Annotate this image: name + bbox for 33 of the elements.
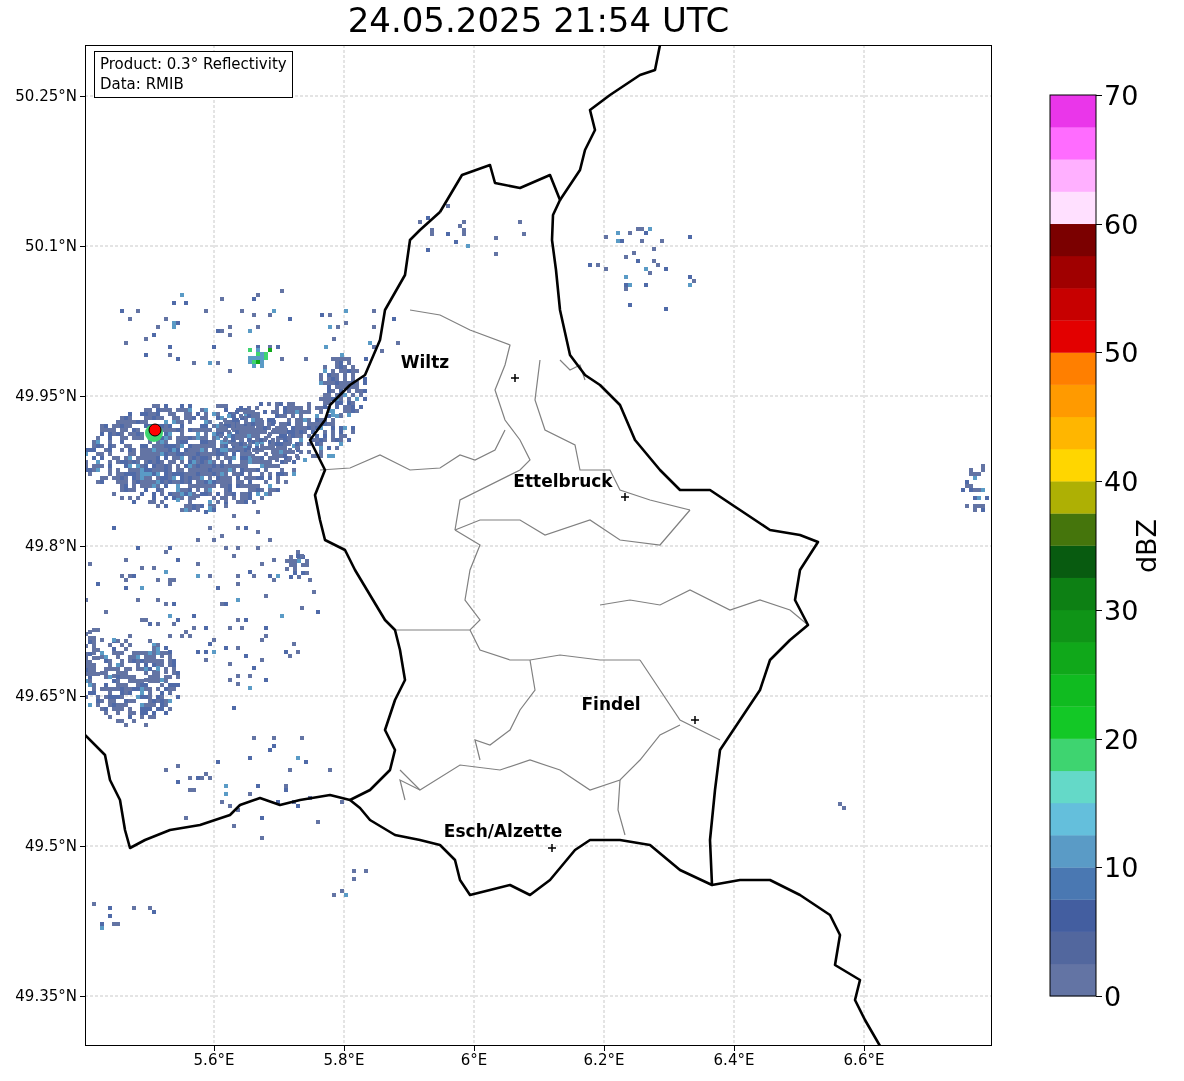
latitude-tick-label: 49.8°N (24, 538, 77, 554)
city-label: Esch/Alzette (443, 822, 563, 840)
city-marker-icon (621, 493, 629, 501)
colorbar-tick-label: 40 (1104, 467, 1139, 495)
longitude-tick-label: 6.4°E (713, 1053, 755, 1068)
city-label: Wiltz (400, 353, 450, 371)
colorbar-tick-label: 0 (1104, 982, 1122, 1010)
latitude-tick-label: 49.35°N (15, 988, 77, 1004)
city-label: Findel (581, 695, 641, 713)
longitude-tick-label: 6.6°E (843, 1053, 885, 1068)
latitude-tick-label: 50.25°N (15, 88, 77, 104)
colorbar-tick-label: 30 (1104, 596, 1139, 624)
latitude-tick-label: 49.95°N (15, 388, 77, 404)
colorbar-tick-label: 10 (1104, 853, 1139, 881)
city-marker-icon (548, 844, 556, 852)
colorbar-label: dBZ (1132, 518, 1160, 573)
info-text: Data: RMIB (100, 74, 185, 94)
city-marker-icon (691, 716, 699, 724)
city-label: Ettelbruck (513, 472, 613, 490)
longitude-tick-label: 6°E (460, 1053, 488, 1068)
latitude-tick-label: 50.1°N (24, 238, 77, 254)
info-text: Product: 0.3° Reflectivity (100, 54, 287, 74)
longitude-tick-label: 6.2°E (583, 1053, 625, 1068)
colorbar-tick-label: 50 (1104, 338, 1139, 366)
colorbar-tick-label: 70 (1104, 81, 1139, 109)
longitude-tick-label: 5.8°E (323, 1053, 365, 1068)
latitude-tick-label: 49.5°N (24, 838, 77, 854)
chart-title: 24.05.2025 21:54 UTC (347, 2, 730, 37)
city-marker-icon (511, 374, 519, 382)
colorbar-tick-label: 20 (1104, 725, 1139, 753)
latitude-tick-label: 49.65°N (15, 688, 77, 704)
longitude-tick-label: 5.6°E (193, 1053, 235, 1068)
colorbar-tick-label: 60 (1104, 210, 1139, 238)
